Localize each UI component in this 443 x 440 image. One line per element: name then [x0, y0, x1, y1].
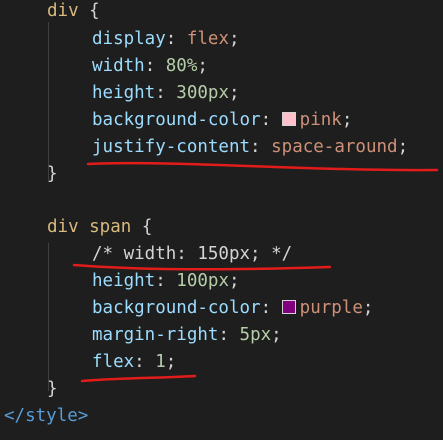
annotation-layer — [72, 161, 439, 383]
code-editor[interactable]: div { display: flex; width: 80%; height:… — [0, 0, 443, 440]
red-underline-flex — [80, 374, 197, 383]
red-underline-comment — [72, 263, 332, 271]
red-underline-justify — [86, 161, 439, 172]
